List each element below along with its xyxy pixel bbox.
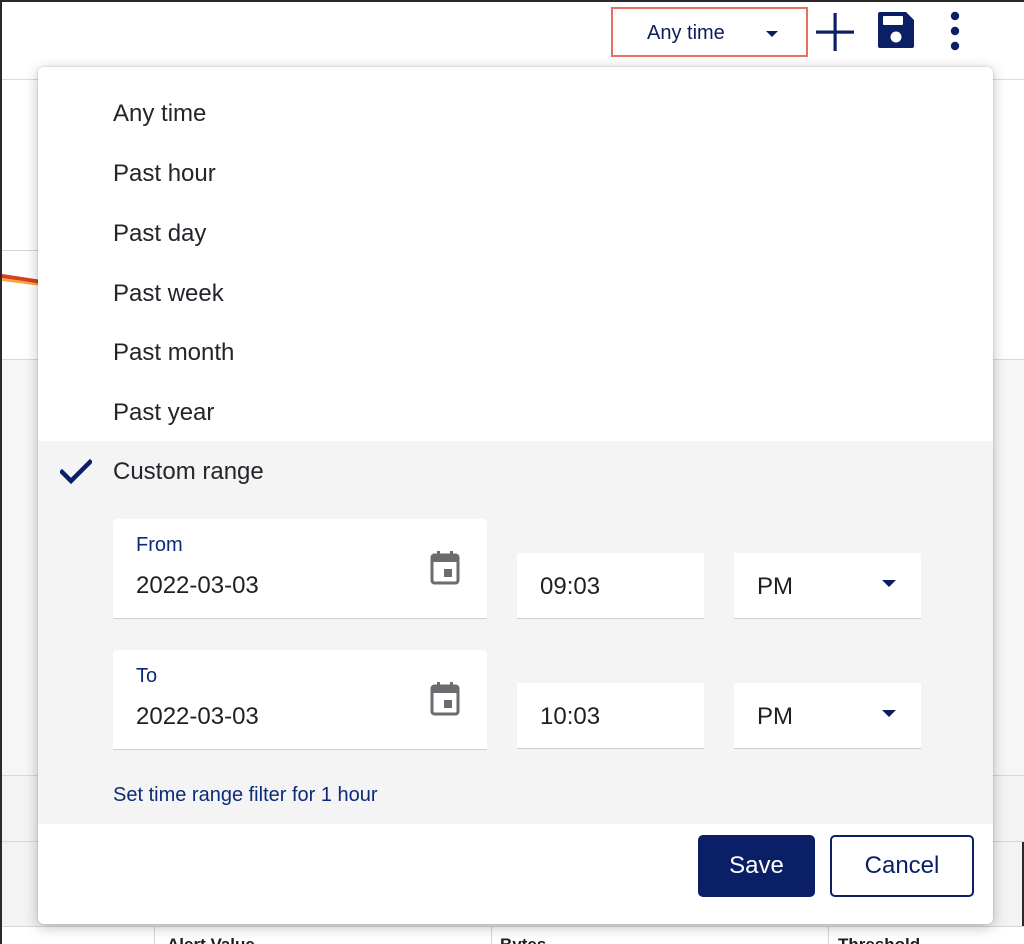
custom-range-label: Custom range — [113, 458, 264, 485]
menu-item-label: Past month — [113, 339, 235, 366]
plus-icon[interactable] — [815, 12, 855, 52]
menu-item-past-month[interactable]: Past month — [38, 322, 993, 382]
from-ampm-value: PM — [757, 573, 793, 600]
to-ampm-value: PM — [757, 703, 793, 730]
menu-item-label: Past week — [113, 280, 224, 307]
column-header-alert-value[interactable]: Alert Value — [167, 935, 255, 944]
to-time-input[interactable]: 10:03 — [517, 683, 704, 749]
column-separator — [154, 927, 155, 944]
to-date-field[interactable]: To 2022-03-03 — [113, 650, 487, 750]
to-date-label: To — [136, 665, 158, 687]
to-ampm-select[interactable]: PM — [734, 683, 921, 749]
from-date-label: From — [136, 534, 183, 556]
alerts-table-header: Alert Value Bytes Threshold — [2, 926, 1024, 944]
custom-range-section: Custom range From 2022-03-03 09:03 PM To… — [38, 441, 993, 824]
chart-trend-line — [2, 274, 42, 286]
menu-item-any-time[interactable]: Any time — [38, 83, 993, 143]
one-hour-range-link[interactable]: Set time range filter for 1 hour — [113, 784, 378, 807]
save-icon[interactable] — [876, 10, 916, 50]
time-range-select-label: Any time — [647, 22, 725, 44]
check-icon — [60, 459, 92, 485]
from-date-value: 2022-03-03 — [136, 572, 259, 599]
menu-item-label: Past day — [113, 220, 207, 247]
time-range-menu: Any time Past hour Past day Past week Pa… — [38, 67, 993, 924]
to-time-value: 10:03 — [540, 703, 601, 730]
column-header-threshold[interactable]: Threshold — [838, 935, 920, 944]
menu-item-past-hour[interactable]: Past hour — [38, 143, 993, 203]
chart-gridline — [2, 250, 42, 251]
caret-down-icon — [882, 710, 896, 717]
menu-item-custom-range[interactable]: Custom range — [38, 441, 993, 503]
calendar-icon[interactable] — [429, 551, 461, 585]
menu-item-label: Past hour — [113, 160, 216, 187]
column-separator — [828, 927, 829, 944]
to-date-value: 2022-03-03 — [136, 703, 259, 730]
time-range-select[interactable]: Any time — [611, 7, 808, 57]
column-header-bytes[interactable]: Bytes — [500, 935, 546, 944]
cancel-button[interactable]: Cancel — [830, 835, 974, 897]
caret-down-icon — [766, 31, 778, 37]
menu-item-past-day[interactable]: Past day — [38, 203, 993, 263]
from-time-value: 09:03 — [540, 573, 601, 600]
save-button[interactable]: Save — [698, 835, 815, 897]
menu-item-label: Any time — [113, 100, 207, 127]
menu-item-past-year[interactable]: Past year — [38, 382, 993, 442]
from-time-input[interactable]: 09:03 — [517, 553, 704, 619]
caret-down-icon — [882, 580, 896, 587]
from-ampm-select[interactable]: PM — [734, 553, 921, 619]
more-vertical-icon[interactable] — [945, 10, 965, 52]
menu-item-past-week[interactable]: Past week — [38, 263, 993, 323]
calendar-icon[interactable] — [429, 682, 461, 716]
from-date-field[interactable]: From 2022-03-03 — [113, 519, 487, 619]
column-separator — [491, 927, 492, 944]
menu-item-label: Past year — [113, 399, 215, 426]
